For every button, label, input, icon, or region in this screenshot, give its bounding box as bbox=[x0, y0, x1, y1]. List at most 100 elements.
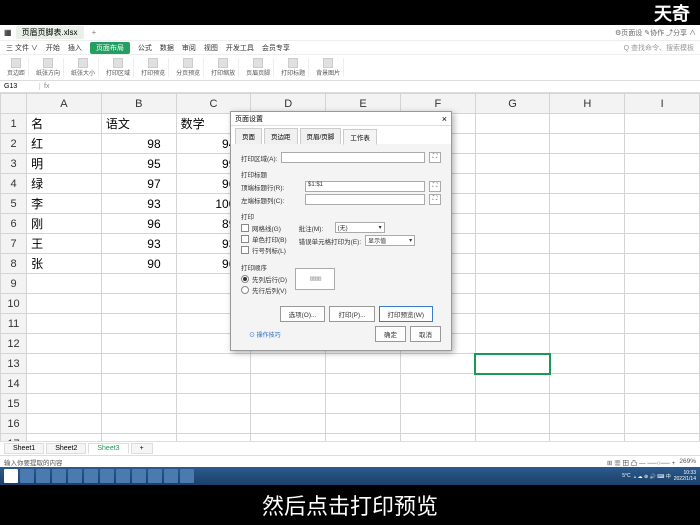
cell[interactable] bbox=[625, 254, 700, 274]
menu-1[interactable]: 开始 bbox=[46, 43, 60, 53]
app-icon[interactable] bbox=[84, 469, 98, 483]
cell[interactable]: 王 bbox=[27, 234, 102, 254]
row-header[interactable]: 16 bbox=[1, 414, 27, 434]
cell[interactable]: 绿 bbox=[27, 174, 102, 194]
row-header[interactable]: 4 bbox=[1, 174, 27, 194]
new-tab-button[interactable]: + bbox=[92, 28, 97, 37]
menu-8[interactable]: 开发工具 bbox=[226, 43, 254, 53]
cell[interactable] bbox=[550, 194, 625, 214]
ribbon-item[interactable]: 打印标题 bbox=[278, 58, 309, 77]
cell[interactable] bbox=[625, 214, 700, 234]
cell[interactable] bbox=[550, 214, 625, 234]
cell[interactable] bbox=[475, 154, 550, 174]
tray-icons[interactable]: ▵ ☁ ⊕ 🔊 ⌨ 中 bbox=[634, 473, 671, 480]
cell[interactable] bbox=[475, 414, 550, 434]
cell[interactable] bbox=[625, 414, 700, 434]
cell[interactable] bbox=[550, 114, 625, 134]
menu-6[interactable]: 审阅 bbox=[182, 43, 196, 53]
app-icon[interactable] bbox=[132, 469, 146, 483]
row-header[interactable]: 5 bbox=[1, 194, 27, 214]
cell[interactable] bbox=[176, 394, 251, 414]
range-picker-icon[interactable]: ⛶ bbox=[429, 194, 441, 205]
cell[interactable] bbox=[101, 434, 176, 442]
cell[interactable] bbox=[550, 134, 625, 154]
cell[interactable] bbox=[27, 294, 102, 314]
menu-5[interactable]: 数据 bbox=[160, 43, 174, 53]
menu-0[interactable]: 三 文件 ∨ bbox=[6, 43, 38, 53]
cell[interactable] bbox=[625, 274, 700, 294]
cell[interactable] bbox=[400, 354, 475, 374]
row-header[interactable]: 2 bbox=[1, 134, 27, 154]
dialog-tab[interactable]: 页边距 bbox=[264, 128, 298, 144]
cell[interactable] bbox=[475, 214, 550, 234]
cell[interactable] bbox=[475, 354, 550, 374]
left-col-input[interactable] bbox=[305, 194, 425, 205]
cell[interactable] bbox=[625, 114, 700, 134]
cell[interactable] bbox=[475, 274, 550, 294]
cell[interactable] bbox=[326, 354, 401, 374]
cell[interactable] bbox=[27, 354, 102, 374]
cell[interactable] bbox=[550, 414, 625, 434]
cell[interactable] bbox=[176, 414, 251, 434]
menu-4[interactable]: 公式 bbox=[138, 43, 152, 53]
cell[interactable] bbox=[550, 354, 625, 374]
app-icon[interactable] bbox=[116, 469, 130, 483]
view-icons[interactable]: ⊞ ▦ 田 凸 — ──○── + bbox=[607, 457, 675, 467]
cell[interactable] bbox=[101, 414, 176, 434]
ok-button[interactable]: 确定 bbox=[375, 326, 406, 342]
cell[interactable] bbox=[251, 414, 326, 434]
range-picker-icon[interactable]: ⛶ bbox=[429, 152, 441, 163]
cell[interactable] bbox=[326, 414, 401, 434]
row-header[interactable]: 1 bbox=[1, 114, 27, 134]
top-row-input[interactable]: $1:$1 bbox=[305, 181, 425, 192]
ribbon-item[interactable]: 打印预览 bbox=[138, 58, 169, 77]
cell[interactable] bbox=[550, 334, 625, 354]
app-icon[interactable] bbox=[164, 469, 178, 483]
cell[interactable] bbox=[101, 374, 176, 394]
cell[interactable] bbox=[550, 394, 625, 414]
row-header[interactable]: 11 bbox=[1, 314, 27, 334]
cell[interactable] bbox=[475, 374, 550, 394]
cell[interactable] bbox=[550, 274, 625, 294]
sheet-tab[interactable]: Sheet3 bbox=[88, 443, 128, 454]
cell[interactable] bbox=[625, 394, 700, 414]
ribbon-item[interactable]: 纸张大小 bbox=[68, 58, 99, 77]
col-header[interactable]: I bbox=[625, 94, 700, 114]
cell[interactable] bbox=[625, 374, 700, 394]
menu-9[interactable]: 会员专享 bbox=[262, 43, 290, 53]
ribbon-item[interactable]: 纸张方向 bbox=[33, 58, 64, 77]
cell[interactable]: 93 bbox=[101, 194, 176, 214]
cell[interactable]: 刚 bbox=[27, 214, 102, 234]
app-icon[interactable] bbox=[148, 469, 162, 483]
cell[interactable] bbox=[475, 434, 550, 442]
cell[interactable] bbox=[625, 334, 700, 354]
zoom-level[interactable]: 269% bbox=[679, 458, 696, 465]
sheet-tab[interactable]: Sheet2 bbox=[46, 443, 86, 454]
comments-combo[interactable]: (无) bbox=[335, 222, 385, 233]
over-down-radio[interactable] bbox=[241, 286, 249, 294]
row-header[interactable]: 14 bbox=[1, 374, 27, 394]
cell[interactable]: 红 bbox=[27, 134, 102, 154]
cell[interactable] bbox=[475, 314, 550, 334]
cell[interactable] bbox=[251, 394, 326, 414]
cell[interactable]: 语文 bbox=[101, 114, 176, 134]
cell[interactable]: 名 bbox=[27, 114, 102, 134]
cell[interactable]: 90 bbox=[101, 254, 176, 274]
cell[interactable] bbox=[400, 414, 475, 434]
row-header[interactable]: 9 bbox=[1, 274, 27, 294]
cell[interactable] bbox=[550, 374, 625, 394]
cell[interactable] bbox=[475, 194, 550, 214]
cell[interactable] bbox=[101, 274, 176, 294]
col-header[interactable]: B bbox=[101, 94, 176, 114]
cell[interactable] bbox=[625, 354, 700, 374]
col-header[interactable]: G bbox=[475, 94, 550, 114]
row-header[interactable]: 10 bbox=[1, 294, 27, 314]
sheet-tab[interactable]: + bbox=[131, 443, 153, 454]
app-icon[interactable] bbox=[68, 469, 82, 483]
cell[interactable] bbox=[326, 374, 401, 394]
cell[interactable] bbox=[475, 174, 550, 194]
ribbon-item[interactable]: 页边距 bbox=[4, 58, 29, 77]
cell[interactable] bbox=[27, 314, 102, 334]
fx-icon[interactable]: fx bbox=[40, 83, 53, 90]
cell[interactable] bbox=[550, 154, 625, 174]
